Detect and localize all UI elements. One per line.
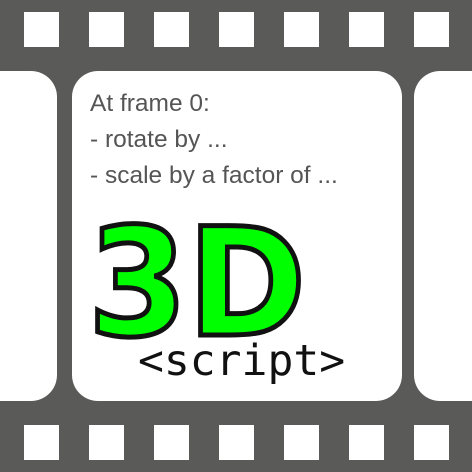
sprocket-hole <box>89 12 124 47</box>
description-line: - scale by a factor of ... <box>90 162 338 189</box>
sprocket-hole <box>219 12 254 47</box>
sprocket-hole <box>24 425 59 460</box>
sprocket-hole <box>284 12 319 47</box>
sprocket-hole <box>89 425 124 460</box>
sprocket-hole <box>24 12 59 47</box>
sprocket-hole <box>349 425 384 460</box>
sprocket-hole <box>414 425 449 460</box>
description-line: - rotate by ... <box>90 126 228 153</box>
sprocket-hole <box>414 12 449 47</box>
logo-title-text: 3D <box>88 205 306 345</box>
logo-3d-title: 3D <box>86 205 309 345</box>
sprocket-hole <box>349 12 384 47</box>
film-frame-left <box>0 71 57 401</box>
film-frame-right <box>414 71 472 401</box>
sprocket-hole <box>284 425 319 460</box>
logo-subtitle: <script> <box>138 336 346 386</box>
sprocket-hole <box>219 425 254 460</box>
sprocket-hole <box>154 425 189 460</box>
sprocket-hole <box>154 12 189 47</box>
description-line: At frame 0: <box>90 90 210 117</box>
